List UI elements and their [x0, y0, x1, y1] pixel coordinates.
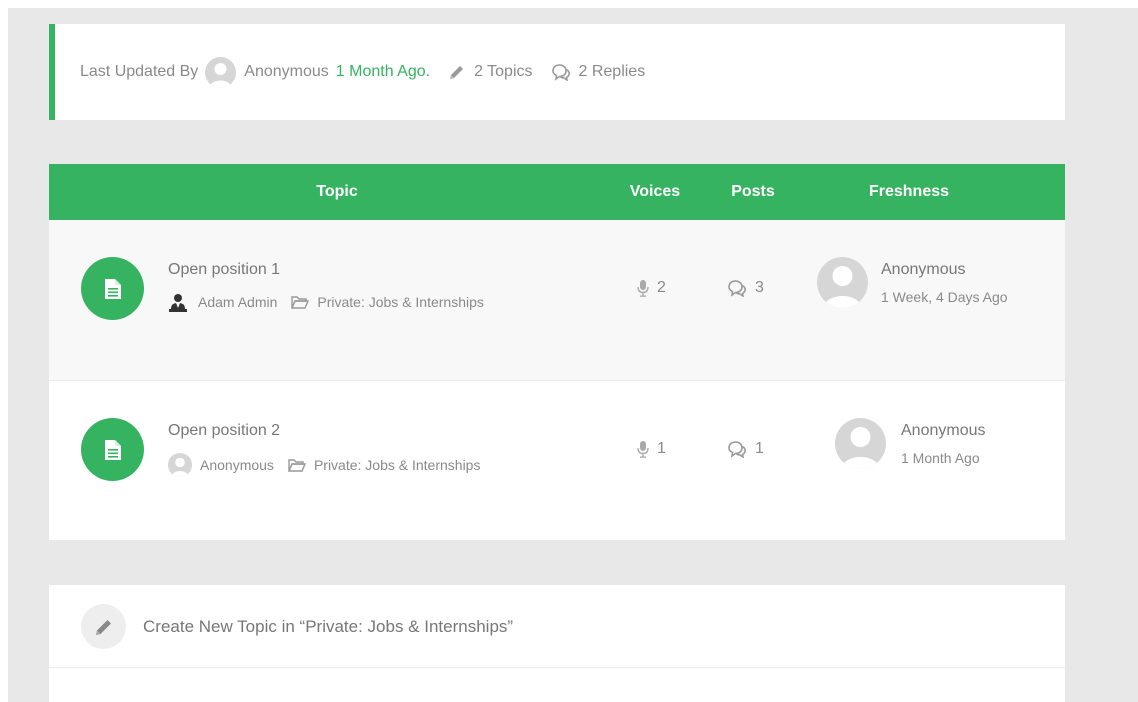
- create-topic-card: Create New Topic in “Private: Jobs & Int…: [49, 585, 1065, 702]
- topic-author-link[interactable]: Adam Admin: [198, 294, 277, 310]
- voices-count: 2: [637, 279, 666, 297]
- table-header: Topic Voices Posts Freshness: [49, 164, 1065, 220]
- create-topic-heading: Create New Topic in “Private: Jobs & Int…: [143, 617, 514, 636]
- freshness-time-link[interactable]: 1 Month Ago: [901, 450, 980, 466]
- posts-value: 1: [755, 440, 764, 457]
- comments-icon: [727, 440, 747, 458]
- replies-count: 2 Replies: [578, 63, 646, 80]
- comments-icon: [551, 63, 571, 81]
- header-topic: Topic: [316, 183, 358, 200]
- folder-icon: [287, 458, 306, 472]
- header-posts: Posts: [731, 183, 775, 200]
- comments-icon: [727, 279, 747, 297]
- table-row: Open position 1 Adam Admin Private: Jobs…: [49, 220, 1065, 380]
- topic-title-link[interactable]: Open position 2: [168, 422, 280, 440]
- topics-table: Topic Voices Posts Freshness Open positi…: [49, 164, 1065, 540]
- topic-meta: Anonymous Private: Jobs & Internships: [168, 453, 480, 477]
- topic-title-link[interactable]: Open position 1: [168, 261, 280, 279]
- pencil-icon: [448, 63, 466, 81]
- freshness-time-link[interactable]: 1 Week, 4 Days Ago: [881, 289, 1008, 305]
- avatar[interactable]: [205, 56, 237, 88]
- topic-author-link[interactable]: Anonymous: [200, 457, 274, 473]
- header-freshness: Freshness: [868, 183, 950, 200]
- topics-count: 2 Topics: [474, 63, 533, 80]
- divider: [49, 667, 1065, 668]
- posts-value: 3: [755, 279, 764, 296]
- microphone-icon: [637, 440, 649, 458]
- voices-count: 1: [637, 440, 666, 458]
- posts-count: 1: [727, 440, 764, 458]
- voices-value: 1: [657, 440, 666, 457]
- avatar[interactable]: [817, 257, 868, 308]
- microphone-icon: [637, 279, 649, 297]
- voices-value: 2: [657, 279, 666, 296]
- last-updated-time[interactable]: 1 Month Ago.: [336, 63, 430, 81]
- avatar[interactable]: [835, 418, 886, 469]
- last-updated-label: Last Updated By: [80, 63, 199, 80]
- forum-info-bar: Last Updated By Anonymous 1 Month Ago. 2…: [49, 24, 1065, 120]
- pencil-icon: [81, 604, 126, 649]
- table-row: Open position 2 Anonymous Private: Jobs …: [49, 380, 1065, 540]
- document-icon: [81, 418, 144, 481]
- avatar-icon: [168, 453, 192, 477]
- last-updated-user[interactable]: Anonymous: [244, 63, 329, 81]
- topic-forum-link[interactable]: Private: Jobs & Internships: [317, 294, 484, 310]
- document-icon: [81, 257, 144, 320]
- folder-icon: [291, 295, 310, 309]
- admin-user-icon: [168, 292, 188, 312]
- topic-meta: Adam Admin Private: Jobs & Internships: [168, 292, 484, 312]
- topic-forum-link[interactable]: Private: Jobs & Internships: [314, 457, 481, 473]
- freshness-user-link[interactable]: Anonymous: [881, 261, 966, 279]
- header-voices: Voices: [629, 183, 681, 200]
- posts-count: 3: [727, 279, 764, 297]
- freshness-user-link[interactable]: Anonymous: [901, 422, 986, 440]
